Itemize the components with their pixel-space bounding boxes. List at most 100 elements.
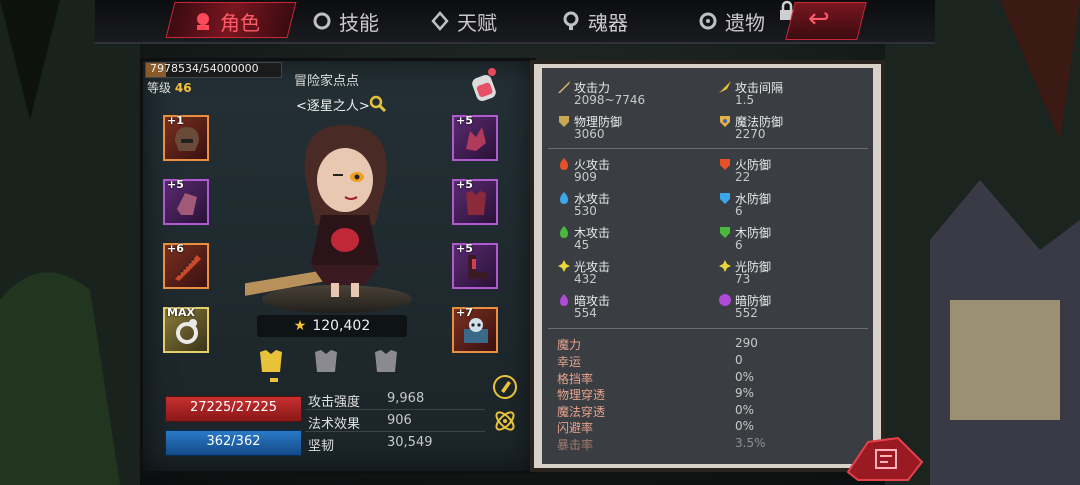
search-icon[interactable] — [369, 95, 387, 113]
mp-bar: 362/362 — [165, 430, 302, 456]
menu-badge-icon[interactable] — [838, 432, 928, 482]
core-stat-value: 30,549 — [387, 435, 433, 450]
equip-slot-accessory[interactable]: +7 — [452, 306, 498, 353]
shield-icon — [559, 116, 569, 127]
misc-stat-value: 0% — [735, 370, 755, 384]
tab-skill[interactable]: 技能 — [311, 6, 379, 36]
armor-set-2-icon[interactable] — [311, 346, 341, 376]
chainsaw-sword-icon — [175, 255, 201, 281]
soul-vessel-icon — [560, 10, 582, 32]
sword-icon — [558, 81, 570, 93]
misc-stat-label: 暴击率 — [557, 438, 594, 452]
gauntlet-icon — [177, 193, 197, 215]
misc-stat-label: 格挡率 — [557, 372, 594, 386]
hp-bar: 27225/27225 — [165, 396, 302, 422]
misc-stat-value: 9% — [735, 386, 755, 400]
equip-slot-gauntlet[interactable]: +5 — [163, 178, 209, 225]
core-stat-value: 906 — [387, 413, 412, 428]
stat-value: 2270 — [735, 127, 766, 141]
back-arrow-icon: ↩ — [808, 4, 830, 34]
edit-icon[interactable] — [492, 374, 518, 400]
misc-stat-label: 闪避率 — [557, 421, 594, 435]
element-def-value: 6 — [735, 204, 743, 218]
fire-defense-icon — [720, 159, 730, 170]
equip-slot-helmet[interactable]: +1 — [163, 114, 209, 161]
equip-slot-ring[interactable]: MAX — [163, 306, 209, 353]
tab-relic[interactable]: 遗物 — [697, 6, 765, 36]
star-icon: ★ — [293, 318, 307, 334]
element-atk-value: 909 — [574, 170, 597, 184]
equip-slot-armor[interactable]: +5 — [452, 178, 498, 225]
dark-attack-icon — [560, 294, 568, 306]
player-name: 冒险家点点 — [294, 74, 360, 89]
divider — [548, 328, 868, 329]
equip-slot-boots[interactable]: +5 — [452, 242, 498, 289]
misc-stat-label: 物理穿透 — [557, 388, 606, 402]
light-attack-icon — [558, 260, 570, 272]
armor-set-selected-indicator — [270, 378, 278, 382]
element-def-value: 6 — [735, 238, 743, 252]
character-portrait — [245, 125, 387, 297]
skull-chest-icon — [464, 318, 488, 343]
equip-slot-claw[interactable]: +5 — [452, 114, 498, 161]
misc-stat-value: 3.5% — [735, 436, 766, 450]
talent-icon — [429, 10, 451, 32]
equip-slot-weapon[interactable]: +6 — [163, 242, 209, 289]
player-title[interactable]: <逐星之人> — [296, 95, 370, 114]
misc-stat-label: 魔力 — [557, 338, 582, 352]
armor-set-1-icon[interactable] — [256, 346, 286, 376]
armor-set-3-icon[interactable] — [371, 346, 401, 376]
tab-label: 魂器 — [588, 10, 628, 35]
core-stat-label: 法术效果 — [308, 417, 361, 432]
helmet-icon — [175, 127, 199, 151]
misc-stat-value: 0% — [735, 419, 755, 433]
misc-stat-value: 290 — [735, 336, 758, 350]
character-icon — [192, 10, 214, 32]
element-atk-value: 45 — [574, 238, 590, 252]
stat-value: 2098~7746 — [574, 93, 646, 107]
element-def-value: 22 — [735, 170, 751, 184]
level-label: 等级 — [147, 81, 172, 95]
tab-soul-vessel[interactable]: 魂器 — [560, 6, 628, 36]
speed-icon — [719, 81, 731, 93]
armor-icon — [466, 191, 486, 215]
stat-value: 3060 — [574, 127, 605, 141]
potion-icon[interactable] — [468, 66, 502, 104]
misc-stat-value: 0% — [735, 403, 755, 417]
element-atk-value: 432 — [574, 272, 597, 286]
level-display: 等级 46 — [147, 79, 192, 96]
wood-defense-icon — [720, 227, 730, 238]
misc-stat-label: 魔法穿透 — [557, 405, 606, 419]
ring-icon — [176, 319, 198, 344]
tab-label: 技能 — [339, 10, 379, 35]
element-atk-value: 554 — [574, 306, 597, 320]
tab-label: 天赋 — [457, 10, 497, 35]
combat-power-value: 120,402 — [312, 318, 371, 334]
tab-label: 遗物 — [725, 10, 765, 35]
misc-stat-label: 幸运 — [557, 355, 582, 369]
tab-talent[interactable]: 天赋 — [429, 6, 497, 36]
orbit-icon[interactable] — [492, 408, 518, 434]
dark-defense-icon — [719, 294, 731, 306]
stat-value: 1.5 — [735, 93, 755, 107]
level-value: 46 — [174, 81, 192, 95]
claw-icon — [466, 127, 486, 151]
experience-text: 7978534/54000000 — [150, 62, 259, 75]
tab-character[interactable]: 角色 — [192, 6, 260, 36]
skill-icon — [311, 10, 333, 32]
water-attack-icon — [560, 192, 568, 204]
element-def-value: 552 — [735, 306, 758, 320]
element-atk-value: 530 — [574, 204, 597, 218]
tab-label: 角色 — [220, 10, 260, 35]
wood-attack-icon — [560, 226, 568, 238]
magic-shield-icon — [720, 116, 730, 127]
divider — [305, 409, 485, 410]
boots-icon — [468, 255, 488, 279]
core-stat-label: 攻击强度 — [308, 395, 361, 410]
hp-text: 27225/27225 — [189, 400, 278, 415]
misc-stat-value: 0 — [735, 353, 743, 367]
divider — [548, 148, 868, 149]
mp-text: 362/362 — [206, 434, 261, 449]
light-defense-icon — [719, 260, 731, 272]
divider — [305, 431, 485, 432]
